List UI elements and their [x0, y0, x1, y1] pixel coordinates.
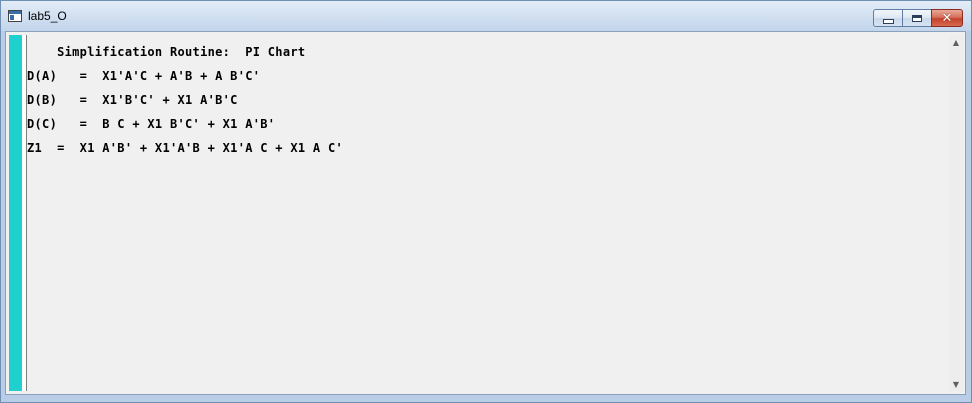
console-client-area: Simplification Routine: PI Chart D(A) = …	[5, 31, 966, 395]
output-text-area[interactable]: Simplification Routine: PI Chart D(A) = …	[27, 35, 952, 391]
output-line-da: D(A) = X1'A'C + A'B + A B'C'	[27, 69, 261, 83]
maximize-button[interactable]	[902, 9, 932, 27]
scroll-up-arrow-icon[interactable]: ▲	[949, 35, 963, 49]
minimize-icon	[882, 18, 894, 24]
close-button[interactable]: ✕	[931, 9, 963, 27]
close-icon: ✕	[941, 10, 953, 26]
title-bar[interactable]: lab5_O ✕	[1, 1, 971, 31]
output-line-z1: Z1 = X1 A'B' + X1'A'B + X1'A C + X1 A C'	[27, 141, 344, 155]
output-line-heading: Simplification Routine: PI Chart	[27, 45, 306, 59]
output-line-db: D(B) = X1'B'C' + X1 A'B'C	[27, 93, 238, 107]
output-line-dc: D(C) = B C + X1 B'C' + X1 A'B'	[27, 117, 276, 131]
accent-bar	[9, 35, 22, 391]
minimize-button[interactable]	[873, 9, 903, 27]
scroll-down-arrow-icon[interactable]: ▼	[949, 377, 963, 391]
app-window-icon[interactable]	[8, 10, 22, 22]
vertical-scrollbar[interactable]: ▲ ▼	[949, 35, 963, 391]
app-window: lab5_O ✕ Simplification Routine: PI Char…	[0, 0, 972, 403]
caption-buttons: ✕	[873, 9, 963, 27]
window-title: lab5_O	[28, 9, 67, 23]
maximize-icon	[912, 14, 922, 22]
